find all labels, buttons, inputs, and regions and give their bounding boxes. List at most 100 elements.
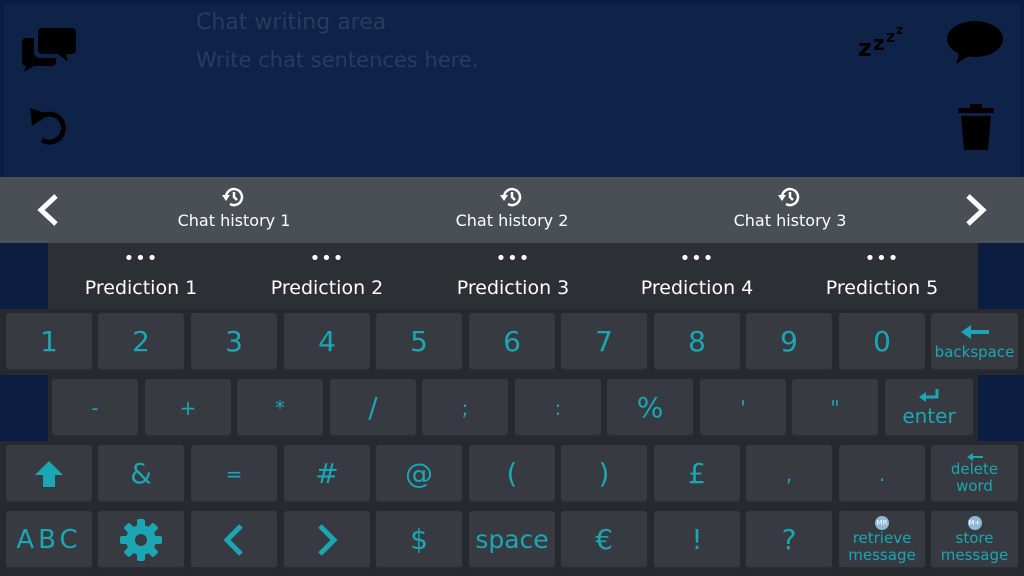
cursor-left-key[interactable]: [191, 511, 277, 569]
key-label: !: [691, 523, 703, 556]
delete-word-line2: word: [956, 477, 993, 495]
key-label: .: [878, 462, 886, 486]
key-minus[interactable]: -: [52, 379, 138, 437]
enter-arrow-icon: [919, 389, 939, 402]
svg-text:z: z: [858, 34, 872, 60]
shift-key[interactable]: [6, 445, 92, 503]
key-period[interactable]: .: [839, 445, 925, 503]
key-asterisk[interactable]: *: [237, 379, 323, 437]
settings-button[interactable]: [98, 511, 184, 569]
backspace-key[interactable]: backspace: [931, 313, 1018, 371]
more-dots-icon: •••: [123, 248, 159, 269]
key-4[interactable]: 4: [284, 313, 370, 371]
prediction-item-2[interactable]: ••• Prediction 2: [234, 243, 420, 309]
enter-label: enter: [902, 404, 956, 428]
chat-history-label: Chat history 1: [177, 211, 291, 230]
store-line1: store: [955, 529, 994, 547]
key-label: €: [595, 523, 613, 556]
key-label: 0: [873, 325, 891, 358]
chat-placeholder-title: Chat writing area: [196, 10, 387, 35]
key-open-paren[interactable]: (: [469, 445, 555, 503]
key-percent[interactable]: %: [607, 379, 693, 437]
key-label: 8: [688, 325, 706, 358]
key-label: ;: [461, 396, 469, 420]
history-prev-button[interactable]: [18, 177, 78, 243]
more-dots-icon: •••: [309, 248, 345, 269]
chevron-left-icon: [223, 524, 243, 556]
key-hash[interactable]: #: [284, 445, 370, 503]
history-icon: [778, 187, 800, 207]
backspace-label: backspace: [934, 342, 1015, 361]
prediction-item-1[interactable]: ••• Prediction 1: [48, 243, 234, 309]
key-semicolon[interactable]: ;: [422, 379, 508, 437]
retrieve-message-key[interactable]: MR retrieve message: [839, 511, 925, 569]
key-slash[interactable]: /: [330, 379, 416, 437]
prediction-label: Prediction 1: [84, 277, 198, 299]
undo-icon[interactable]: [28, 104, 72, 152]
sleep-icon[interactable]: z z z z: [858, 20, 908, 64]
key-2[interactable]: 2: [98, 313, 184, 371]
key-equals[interactable]: =: [191, 445, 277, 503]
key-label: 2: [132, 325, 150, 358]
gear-icon: [120, 519, 162, 561]
chat-bubbles-icon[interactable]: [22, 26, 76, 76]
key-5[interactable]: 5: [376, 313, 462, 371]
speak-bubble-icon[interactable]: [946, 20, 1004, 68]
key-quote[interactable]: ": [792, 379, 878, 437]
chat-history-item-2[interactable]: Chat history 2: [412, 183, 612, 239]
key-ampersand[interactable]: &: [98, 445, 184, 503]
key-label: ': [740, 396, 746, 420]
prediction-item-4[interactable]: ••• Prediction 4: [604, 243, 790, 309]
store-line2: message: [940, 546, 1009, 564]
key-label: &: [130, 457, 152, 490]
key-label: %: [636, 391, 664, 424]
prediction-label: Prediction 2: [270, 277, 384, 299]
key-question[interactable]: ?: [746, 511, 832, 569]
key-close-paren[interactable]: ): [561, 445, 647, 503]
key-dollar[interactable]: $: [376, 511, 462, 569]
cursor-right-key[interactable]: [284, 511, 370, 569]
key-label: 1: [40, 325, 58, 358]
key-comma[interactable]: ,: [746, 445, 832, 503]
chevron-left-icon: [37, 194, 58, 226]
abc-key[interactable]: ABC: [6, 511, 92, 569]
key-6[interactable]: 6: [469, 313, 555, 371]
key-euro[interactable]: €: [561, 511, 647, 569]
prediction-item-5[interactable]: ••• Prediction 5: [789, 243, 975, 309]
svg-text:z: z: [886, 27, 895, 46]
key-7[interactable]: 7: [561, 313, 647, 371]
chat-history-item-3[interactable]: Chat history 3: [690, 183, 890, 239]
store-badge-icon: M+: [967, 516, 982, 530]
chat-history-bar: Chat history 1 Chat history 2 Chat histo…: [0, 177, 1024, 243]
history-next-button[interactable]: [946, 177, 1006, 243]
delete-word-key[interactable]: delete word: [931, 445, 1018, 503]
chat-history-item-1[interactable]: Chat history 1: [134, 183, 334, 239]
prediction-label: Prediction 5: [825, 277, 939, 299]
key-label: /: [368, 391, 378, 424]
key-colon[interactable]: :: [515, 379, 601, 437]
key-0[interactable]: 0: [839, 313, 925, 371]
key-3[interactable]: 3: [191, 313, 277, 371]
key-plus[interactable]: +: [145, 379, 231, 437]
trash-icon[interactable]: [956, 104, 996, 156]
chevron-right-icon: [318, 524, 338, 556]
abc-label: ABC: [16, 525, 82, 555]
key-label: 3: [225, 325, 243, 358]
key-9[interactable]: 9: [746, 313, 832, 371]
enter-key[interactable]: enter: [885, 379, 973, 437]
key-apostrophe[interactable]: ': [700, 379, 786, 437]
space-key[interactable]: space: [469, 511, 555, 569]
history-icon: [500, 187, 522, 207]
prediction-item-3[interactable]: ••• Prediction 3: [420, 243, 606, 309]
prediction-label: Prediction 4: [640, 277, 754, 299]
retrieve-line1: retrieve: [852, 529, 912, 547]
store-message-key[interactable]: M+ store message: [931, 511, 1018, 569]
key-pound[interactable]: £: [654, 445, 740, 503]
key-label: +: [179, 396, 197, 420]
space-label: space: [475, 525, 549, 554]
key-at[interactable]: @: [376, 445, 462, 503]
delete-word-line1: delete: [950, 460, 999, 478]
key-8[interactable]: 8: [654, 313, 740, 371]
key-exclamation[interactable]: !: [654, 511, 740, 569]
key-1[interactable]: 1: [6, 313, 92, 371]
